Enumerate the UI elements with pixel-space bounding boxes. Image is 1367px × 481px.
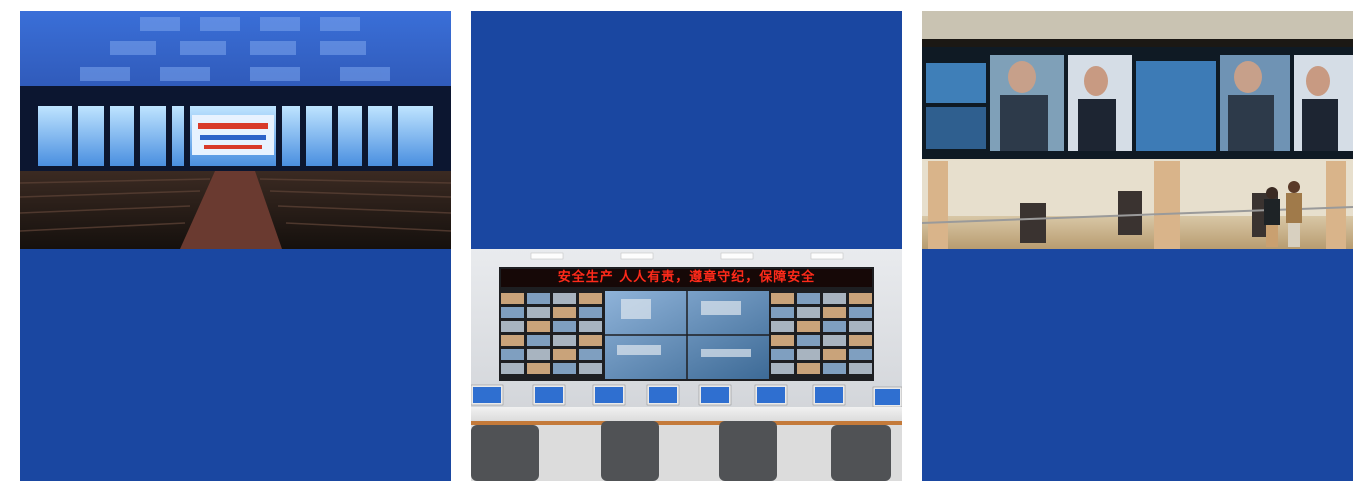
lobby-video-wall-photo	[922, 11, 1353, 249]
blue-panel-bottom-left	[20, 249, 451, 481]
blue-panel-bottom-right	[922, 249, 1353, 481]
blue-panel-top-center	[471, 11, 902, 249]
monitoring-control-room-photo: 安全生产 人人有责，遵章守纪，保障安全	[471, 249, 902, 481]
safety-slogan-banner: 安全生产 人人有责，遵章守纪，保障安全	[557, 270, 816, 285]
auditorium-led-stage-photo	[20, 11, 451, 249]
image-grid: 安全生产 人人有责，遵章守纪，保障安全	[20, 11, 1353, 481]
